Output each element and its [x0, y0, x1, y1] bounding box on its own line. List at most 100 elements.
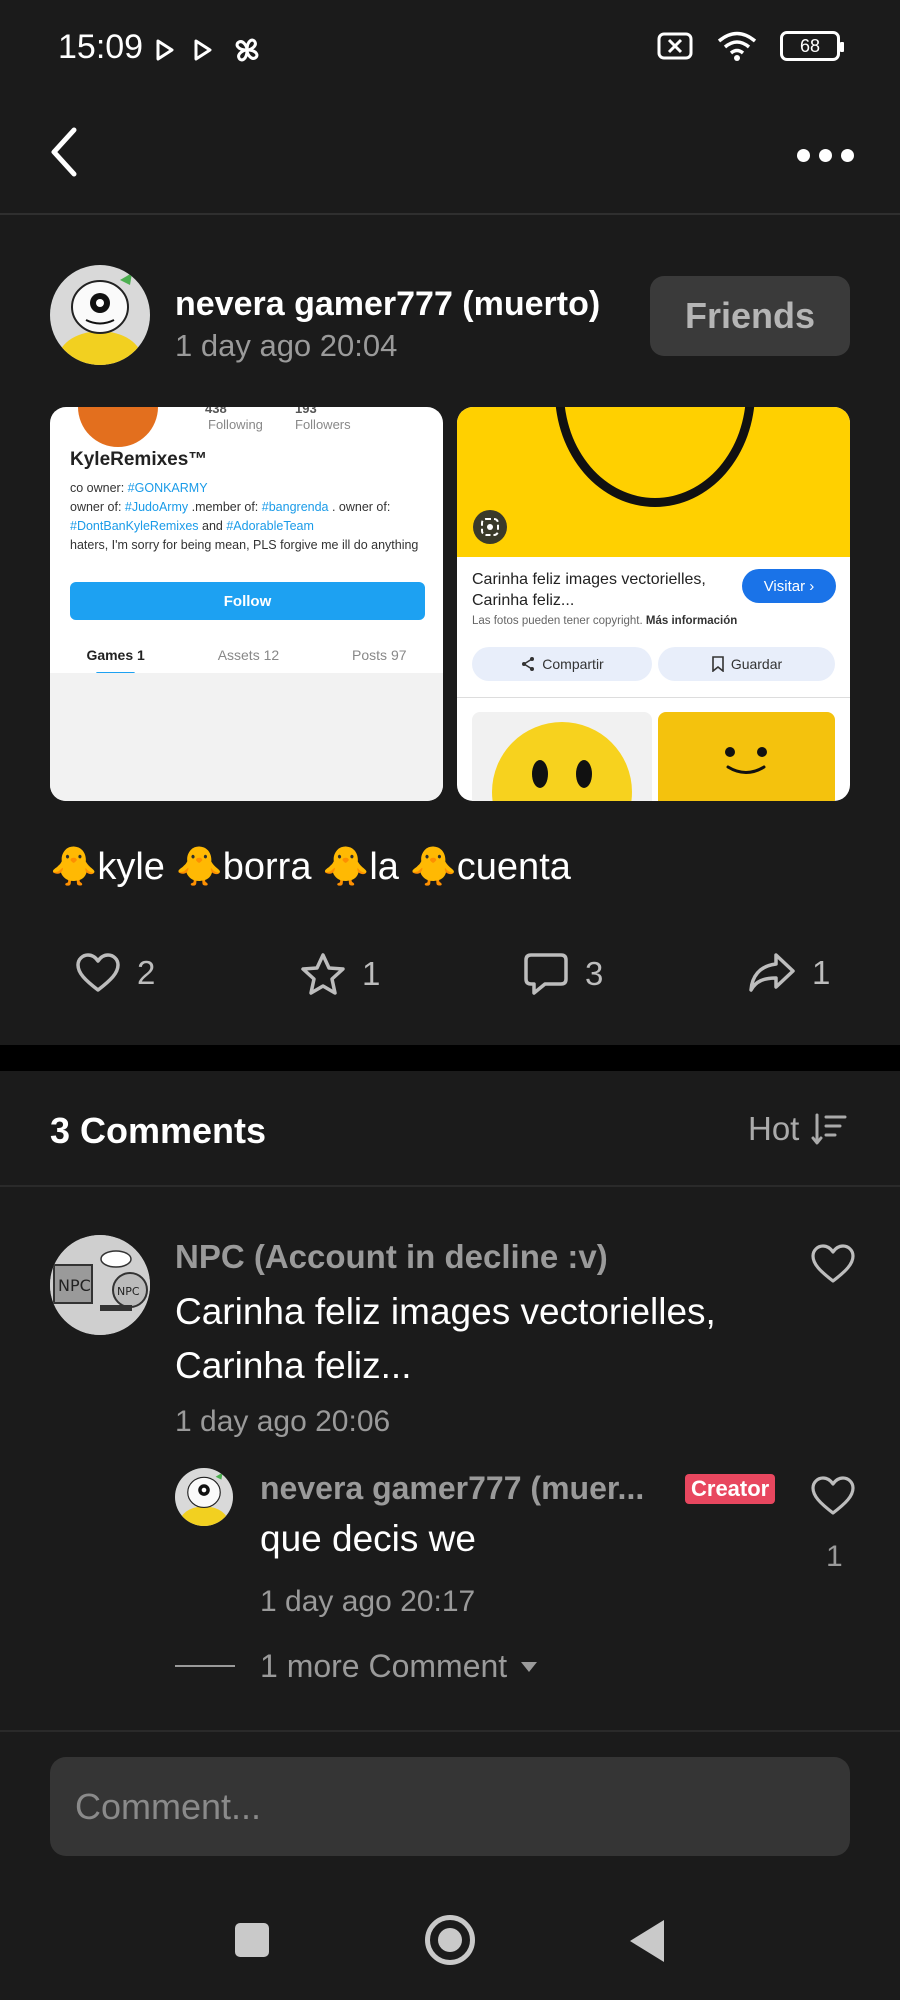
share-count: 1 — [812, 954, 831, 991]
image-preview — [457, 407, 850, 557]
followers-count: 193 — [295, 407, 317, 416]
more-options-button[interactable] — [790, 140, 860, 170]
divider — [0, 1185, 900, 1187]
bio-text: and — [198, 519, 227, 533]
caret-down-icon — [521, 1661, 538, 1672]
divider — [0, 1730, 900, 1732]
heart-icon — [76, 953, 120, 992]
friends-button[interactable]: Friends — [650, 276, 850, 356]
share-arrow-icon — [749, 953, 795, 992]
status-notification-icons — [155, 34, 263, 66]
battery-icon: 68 — [780, 31, 844, 61]
heart-icon — [811, 1244, 855, 1283]
profile-tab-posts: Posts 97 — [352, 647, 407, 663]
visit-button: Visitar › — [742, 569, 836, 603]
more-dot-icon — [796, 148, 810, 162]
svg-text:NPC: NPC — [117, 1285, 140, 1298]
post-image-left[interactable]: 438 Following 193 Followers KyleRemixes™… — [50, 407, 443, 801]
profile-tab-games: Games 1 — [86, 647, 145, 675]
save-chip: Guardar — [658, 647, 835, 681]
reply-like-count: 1 — [826, 1540, 843, 1573]
sim-off-icon — [657, 32, 693, 60]
save-chip-label: Guardar — [730, 656, 783, 672]
comment-like-button[interactable] — [810, 1243, 856, 1290]
recent-apps-button[interactable] — [235, 1923, 269, 1957]
post-caption: 🐥kyle 🐥borra 🐥la 🐥cuenta — [50, 846, 571, 888]
reply-timestamp: 1 day ago 20:17 — [260, 1585, 476, 1618]
sort-label: Hot — [748, 1110, 800, 1147]
following-label: Following — [208, 417, 263, 432]
share-chip: Compartir — [472, 647, 652, 681]
share-chip-label: Compartir — [542, 656, 604, 672]
profile-bio: co owner: #GONKARMY owner of: #JudoArmy … — [70, 479, 430, 555]
more-comments-button[interactable]: 1 more Comment — [260, 1648, 539, 1685]
pinwheel-icon — [235, 38, 259, 62]
bio-tag: #JudoArmy — [124, 500, 189, 514]
profile-avatar — [78, 407, 158, 447]
bio-text: owner of: — [70, 500, 125, 514]
share-button[interactable]: 1 — [748, 952, 830, 994]
smiley-outline — [555, 407, 755, 507]
commenter-avatar[interactable]: NPC NPC — [50, 1235, 150, 1335]
more-dot-icon — [840, 148, 854, 162]
comment-button[interactable]: 3 — [523, 952, 603, 996]
smiley-thumbnail — [658, 712, 835, 801]
profile-bottom-area — [50, 673, 443, 801]
reply-avatar[interactable] — [175, 1468, 233, 1526]
reply-author[interactable]: nevera gamer777 (muer... — [260, 1470, 644, 1507]
author-name[interactable]: nevera gamer777 (muerto) — [175, 285, 600, 324]
comment-count: 3 — [585, 955, 604, 992]
bio-tag: #AdorableTeam — [226, 519, 314, 533]
system-back-button[interactable] — [630, 1920, 664, 1962]
profile-tabs: Games 1 Assets 12 Posts 97 — [50, 635, 443, 675]
share-icon — [522, 657, 535, 671]
play-store-icon — [194, 39, 212, 61]
status-system-icons: 68 — [656, 30, 844, 62]
comment-bubble-icon — [524, 953, 568, 995]
heart-icon — [811, 1476, 855, 1515]
more-dot-icon — [818, 148, 832, 162]
followers-label: Followers — [295, 417, 351, 432]
copyright-text: Las fotos pueden tener copyright. — [472, 615, 643, 627]
bio-tag: #DontBanKyleRemixes — [70, 519, 199, 533]
reply-text: que decis we — [260, 1518, 476, 1559]
back-button[interactable] — [40, 122, 90, 182]
author-avatar[interactable] — [50, 265, 150, 365]
top-nav — [0, 100, 900, 215]
back-arrow-icon — [51, 127, 77, 177]
sans-avatar-icon — [175, 1468, 233, 1526]
post-image-right[interactable]: Carinha feliz images vectorielles, Carin… — [457, 407, 850, 801]
comment-input[interactable] — [50, 1757, 850, 1856]
npc-avatar-icon: NPC NPC — [50, 1235, 150, 1335]
play-store-icon — [156, 39, 174, 61]
comments-title: 3 Comments — [50, 1110, 267, 1151]
lens-icon — [473, 510, 507, 544]
bio-tag: #bangrenda — [261, 500, 329, 514]
section-divider — [0, 1045, 900, 1071]
sort-button[interactable]: Hot — [748, 1110, 847, 1148]
more-comments-line — [175, 1665, 235, 1667]
divider — [457, 697, 850, 698]
reply-like-button[interactable] — [810, 1475, 856, 1522]
search-result-title: Carinha feliz images vectorielles, Carin… — [472, 571, 706, 609]
home-button[interactable] — [425, 1915, 475, 1965]
smiley-thumbnail — [472, 712, 652, 801]
bio-tag: #GONKARMY — [127, 481, 208, 495]
comment-author[interactable]: NPC (Account in decline :v) — [175, 1238, 608, 1276]
bio-text: haters, I'm sorry for being mean, PLS fo… — [70, 538, 419, 552]
sans-avatar-icon — [50, 265, 150, 365]
profile-follow-button: Follow — [70, 582, 425, 620]
star-button[interactable]: 1 — [300, 952, 380, 996]
like-button[interactable]: 2 — [75, 952, 155, 994]
more-info-link: Más información — [645, 615, 738, 627]
bio-text: co owner: — [70, 481, 128, 495]
wifi-icon — [717, 31, 757, 61]
star-count: 1 — [362, 955, 381, 992]
more-comments-label: 1 more Comment — [260, 1648, 508, 1684]
comment-timestamp: 1 day ago 20:06 — [175, 1405, 391, 1438]
profile-tab-assets: Assets 12 — [217, 647, 280, 663]
like-count: 2 — [137, 954, 156, 991]
star-icon — [301, 953, 345, 995]
sort-icon — [811, 1113, 847, 1145]
status-bar: 15:09 68 — [0, 0, 900, 100]
